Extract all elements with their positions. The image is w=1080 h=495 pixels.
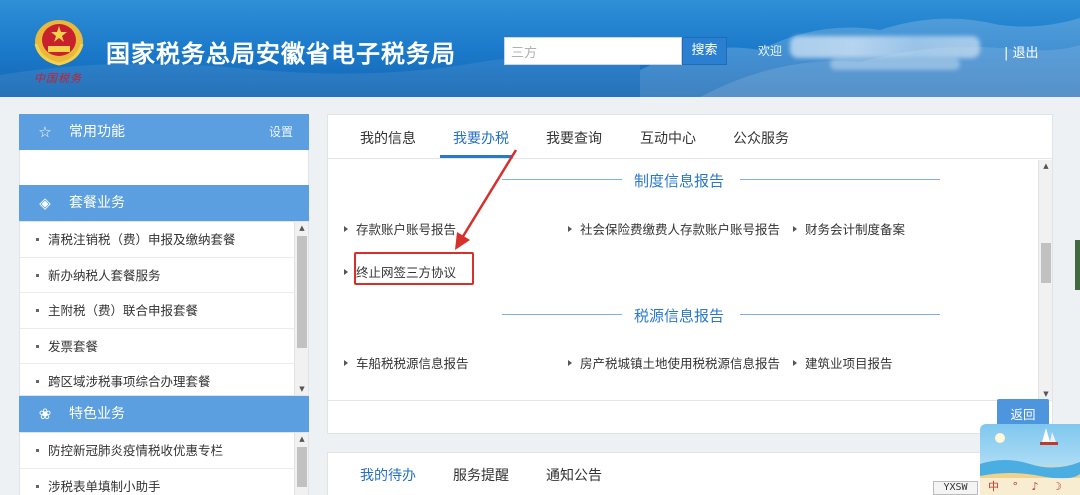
section-divider [740, 179, 940, 180]
tab-my-info[interactable]: 我的信息 [360, 128, 416, 148]
bullet-triangle-icon [568, 226, 572, 232]
scroll-up-icon[interactable]: ▲ [1039, 160, 1053, 172]
user-name-redacted [790, 36, 980, 58]
tab-my-todo[interactable]: 我的待办 [360, 465, 416, 485]
grid-flower-icon: ❀ [38, 405, 52, 423]
list-item[interactable]: 清税注销税（费）申报及缴纳套餐 [20, 222, 296, 258]
list-item[interactable]: 新办纳税人套餐服务 [20, 258, 296, 293]
common-functions-header[interactable]: ☆ 常用功能 设置 [19, 114, 309, 150]
scroll-down-icon[interactable]: ▼ [295, 383, 308, 395]
link-vehicle-tax-source-report[interactable]: 车船税税源信息报告 [344, 353, 469, 372]
search-button[interactable]: 搜索 [682, 37, 727, 65]
bullet-triangle-icon [568, 360, 572, 366]
list-item[interactable]: 主附税（费）联合申报套餐 [20, 293, 296, 329]
package-business-list: 清税注销税（费）申报及缴纳套餐 新办纳税人套餐服务 主附税（费）联合申报套餐 发… [19, 221, 309, 396]
list-item[interactable]: 防控新冠肺炎疫情税收优惠专栏 [20, 433, 296, 469]
logout-link[interactable]: | 退出 [1004, 42, 1039, 61]
search-input[interactable] [504, 37, 682, 65]
star-outline-icon: ☆ [38, 123, 52, 141]
link-construction-project-report[interactable]: 建筑业项目报告 [793, 353, 893, 372]
list-item[interactable]: 跨区域涉税事项综合办理套餐 [20, 364, 296, 395]
tax-service-panel: 我的信息 我要办税 我要查询 互动中心 公众服务 制度信息报告 存款账户账号报告… [327, 114, 1053, 434]
special-business-label: 特色业务 [69, 406, 125, 422]
common-functions-list [19, 150, 309, 188]
tab-notice[interactable]: 通知公告 [546, 465, 602, 485]
left-sidebar: ☆ 常用功能 设置 ◈ 套餐业务 清税注销税（费）申报及缴纳套餐 新办纳税人套餐… [19, 114, 309, 495]
scroll-up-icon[interactable]: ▲ [295, 433, 308, 445]
scroll-up-icon[interactable]: ▲ [295, 222, 308, 234]
section-divider [740, 314, 940, 315]
bullet-triangle-icon [793, 226, 797, 232]
scroll-thumb[interactable] [297, 447, 307, 487]
section-divider [502, 314, 622, 315]
tab-service-reminder[interactable]: 服务提醒 [453, 465, 509, 485]
content-scrollbar[interactable]: ▲ ▼ [1038, 160, 1052, 400]
scroll-thumb[interactable] [1041, 243, 1051, 283]
layers-icon: ◈ [39, 194, 51, 212]
tab-public-service[interactable]: 公众服务 [733, 128, 789, 148]
special-list-scrollbar[interactable]: ▲ [294, 433, 308, 495]
settings-link[interactable]: 设置 [269, 114, 293, 150]
highlight-box [354, 252, 474, 285]
list-item[interactable]: 涉税表单填制小助手 [20, 469, 296, 495]
panel-divider [328, 400, 1052, 401]
section-title-tax-source-info: 税源信息报告 [634, 307, 725, 325]
common-functions-label: 常用功能 [69, 124, 125, 140]
special-business-list: 防控新冠肺炎疫情税收优惠专栏 涉税表单填制小助手 ▲ [19, 432, 309, 495]
section-divider [502, 179, 622, 180]
tab-interaction-center[interactable]: 互动中心 [640, 128, 696, 148]
bullet-triangle-icon [793, 360, 797, 366]
active-tab-indicator [440, 155, 513, 158]
bullet-triangle-icon [344, 360, 348, 366]
welcome-text: 欢迎 [758, 44, 783, 58]
section-title-system-info: 制度信息报告 [634, 172, 725, 190]
scroll-thumb[interactable] [297, 236, 307, 348]
link-deposit-account-report[interactable]: 存款账户账号报告 [344, 219, 456, 238]
special-business-header[interactable]: ❀ 特色业务 [19, 396, 309, 432]
package-business-label: 套餐业务 [69, 195, 125, 211]
link-accounting-system-filing[interactable]: 财务会计制度备案 [793, 219, 905, 238]
tab-tax-handling[interactable]: 我要办税 [453, 128, 509, 148]
link-property-land-tax-source-report[interactable]: 房产税城镇土地使用税税源信息报告 [568, 353, 780, 372]
main-tabs: 我的信息 我要办税 我要查询 互动中心 公众服务 [328, 115, 1052, 159]
user-info-redacted [830, 58, 960, 70]
bullet-triangle-icon [344, 226, 348, 232]
site-header: 中国税务 国家税务总局安徽省电子税务局 搜索 欢迎 | 退出 [0, 0, 1080, 97]
package-business-header[interactable]: ◈ 套餐业务 [19, 185, 309, 221]
list-item[interactable]: 发票套餐 [20, 329, 296, 364]
ime-indicator[interactable]: YXSW [933, 481, 978, 495]
package-list-scrollbar[interactable]: ▲ ▼ [294, 222, 308, 395]
bullet-triangle-icon [344, 269, 348, 275]
tab-query[interactable]: 我要查询 [546, 128, 602, 148]
site-title: 国家税务总局安徽省电子税务局 [106, 40, 456, 68]
emblem-caption: 中国税务 [34, 72, 82, 85]
ime-toolbar[interactable]: 中 ° ♪ ☽ 👕 [980, 478, 1080, 495]
link-social-insurance-account-report[interactable]: 社会保险费缴费人存款账户账号报告 [568, 219, 780, 238]
window-edge [1075, 240, 1080, 290]
national-emblem-icon [34, 20, 84, 66]
